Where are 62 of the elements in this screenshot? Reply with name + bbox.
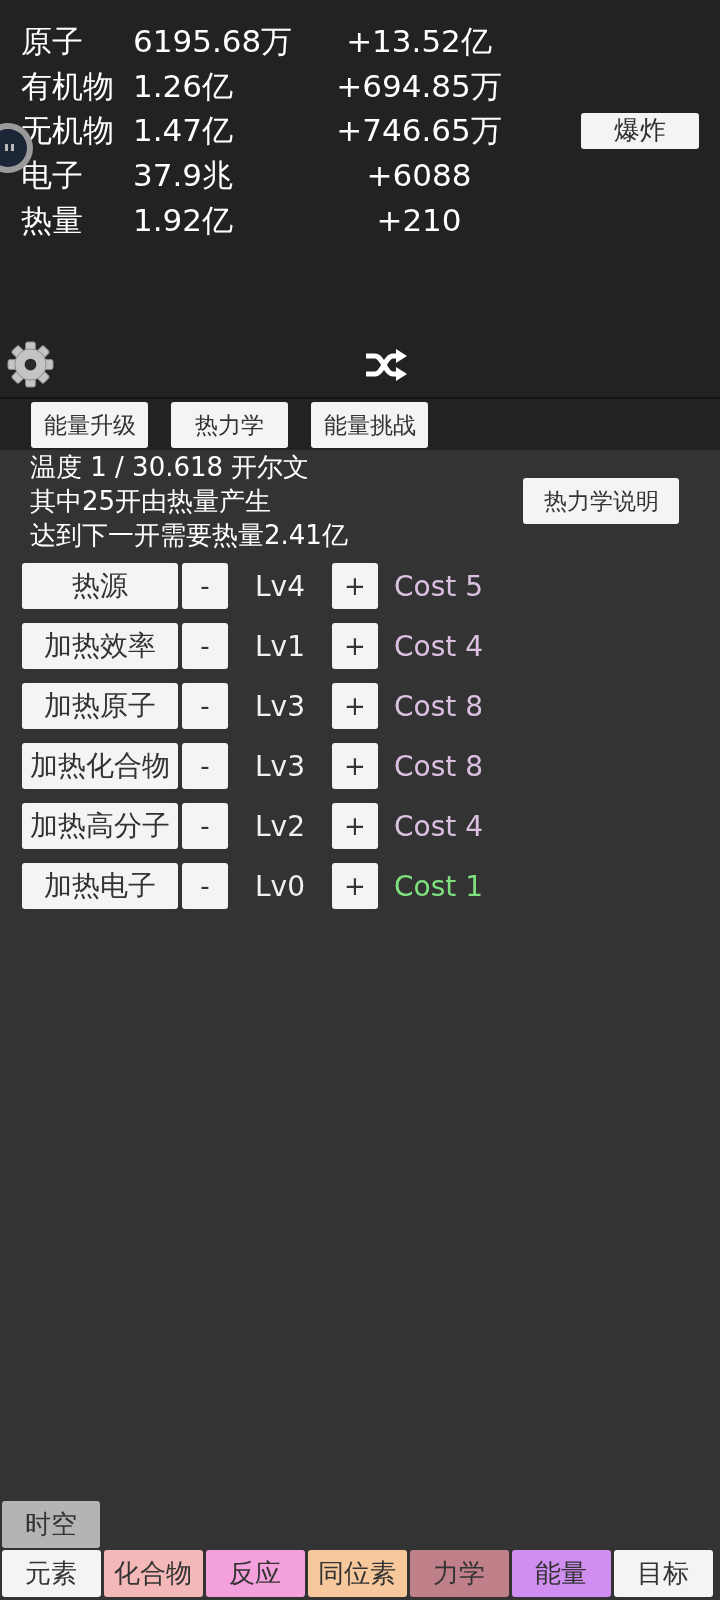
upgrade-button[interactable]: 加热高分子 — [22, 803, 178, 849]
upgrade-button[interactable]: 加热原子 — [22, 683, 178, 729]
cost-label: Cost 4 — [394, 809, 483, 843]
info-text: 温度 1 / 30.618 开尔文 — [30, 451, 310, 484]
resource-rate: +746.65万 — [336, 111, 502, 151]
resource-name: 电子 — [21, 156, 83, 196]
cost-label: Cost 8 — [394, 749, 483, 783]
subtab-button[interactable]: 热力学 — [171, 402, 288, 448]
settings-icon[interactable] — [7, 340, 54, 390]
level-label: Lv2 — [255, 809, 305, 843]
cost-label: Cost 1 — [394, 869, 483, 903]
nav-tab[interactable]: 力学 — [409, 1550, 509, 1597]
level-label: Lv1 — [255, 629, 305, 663]
decrease-button[interactable]: - — [182, 683, 228, 729]
explode-button[interactable]: 爆炸 — [581, 112, 699, 149]
resource-amount: 1.26亿 — [133, 66, 234, 106]
resource-name: 有机物 — [21, 66, 114, 106]
decrease-button[interactable]: - — [182, 863, 228, 909]
decrease-button[interactable]: - — [182, 623, 228, 669]
upgrade-button[interactable]: 热源 — [22, 563, 178, 609]
level-label: Lv4 — [255, 569, 305, 603]
increase-button[interactable]: + — [332, 743, 378, 789]
level-label: Lv3 — [255, 749, 305, 783]
resource-rate: +694.85万 — [336, 66, 502, 106]
resource-name: 热量 — [21, 200, 83, 240]
upgrade-button[interactable]: 加热效率 — [22, 623, 178, 669]
increase-button[interactable]: + — [332, 623, 378, 669]
cost-label: Cost 5 — [394, 569, 483, 603]
nav-tab[interactable]: 能量 — [511, 1550, 611, 1597]
help-button[interactable]: 热力学说明 — [523, 478, 679, 524]
resource-rate: +13.52亿 — [346, 22, 492, 61]
resource-amount: 6195.68万 — [133, 22, 293, 61]
nav-tab[interactable]: 反应 — [205, 1550, 305, 1597]
decrease-button[interactable]: - — [182, 563, 228, 609]
level-label: Lv3 — [255, 689, 305, 723]
nav-tab[interactable]: 目标 — [613, 1550, 713, 1597]
upgrade-button[interactable]: 加热电子 — [22, 863, 178, 909]
nav-tab[interactable]: 元素 — [1, 1550, 101, 1597]
upgrade-button[interactable]: 加热化合物 — [22, 743, 178, 789]
decrease-button[interactable]: - — [182, 743, 228, 789]
nav-tab[interactable]: 同位素 — [307, 1550, 407, 1597]
increase-button[interactable]: + — [332, 803, 378, 849]
resource-amount: 37.9兆 — [133, 156, 234, 196]
cost-label: Cost 8 — [394, 689, 483, 723]
level-label: Lv0 — [255, 869, 305, 903]
increase-button[interactable]: + — [332, 863, 378, 909]
subtab-button[interactable]: 能量升级 — [31, 402, 148, 448]
resource-rate: +6088 — [366, 156, 472, 196]
resource-rate: +210 — [376, 200, 462, 240]
nav-tab[interactable]: 化合物 — [103, 1550, 203, 1597]
resource-amount: 1.47亿 — [133, 111, 234, 151]
shuffle-icon[interactable] — [365, 347, 407, 382]
info-text: 其中25开由热量产生 — [30, 485, 272, 518]
increase-button[interactable]: + — [332, 563, 378, 609]
decrease-button[interactable]: - — [182, 803, 228, 849]
increase-button[interactable]: + — [332, 683, 378, 729]
spacetime-button[interactable]: 时空 — [1, 1501, 100, 1548]
info-text: 达到下一开需要热量2.41亿 — [30, 519, 348, 552]
subtab-button[interactable]: 能量挑战 — [311, 402, 428, 448]
resource-name: 原子 — [21, 22, 83, 61]
cost-label: Cost 4 — [394, 629, 483, 663]
resource-amount: 1.92亿 — [133, 200, 234, 240]
